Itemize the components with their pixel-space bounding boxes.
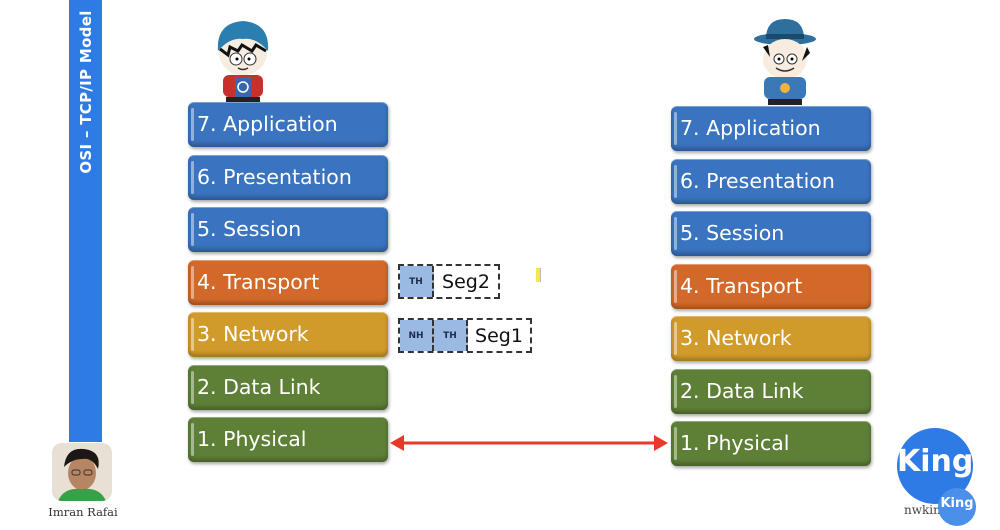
transport-segment-pdu: TH Seg2	[398, 264, 500, 299]
receiver-layer-network[interactable]: 3. Network	[671, 316, 871, 361]
segment-payload: Seg1	[475, 324, 523, 347]
sidebar-title: OSI – TCP/IP Model	[76, 10, 95, 174]
sidebar-bar: OSI – TCP/IP Model	[69, 0, 102, 442]
receiver-layer-transport[interactable]: 4. Transport	[671, 263, 871, 309]
network-packet-pdu: NH TH Seg1	[398, 318, 532, 353]
presenter-avatar	[52, 443, 112, 501]
logo-small-text: King	[940, 496, 974, 511]
sender-layer-presentation[interactable]: 6. Presentation	[188, 154, 388, 200]
presenter-photo-icon	[52, 443, 112, 501]
network-header: NH	[400, 320, 434, 351]
sender-layer-data-link[interactable]: 2. Data Link	[188, 364, 388, 410]
sender-layer-session[interactable]: 5. Session	[188, 207, 388, 252]
presenter-name: Imran Rafai	[48, 505, 118, 519]
physical-link-arrow-icon	[390, 435, 668, 451]
sender-layer-transport[interactable]: 4. Transport	[188, 259, 388, 305]
receiver-layer-session[interactable]: 5. Session	[671, 211, 871, 256]
sender-layer-network[interactable]: 3. Network	[188, 312, 388, 357]
logo-text: King	[897, 444, 974, 479]
sender-layer-application[interactable]: 7. Application	[188, 102, 388, 147]
receiver-layer-presentation[interactable]: 6. Presentation	[671, 158, 871, 204]
transport-header: TH	[400, 266, 434, 297]
receiver-layer-application[interactable]: 7. Application	[671, 106, 871, 151]
segment-payload: Seg2	[442, 270, 490, 293]
receiver-layer-physical[interactable]: 1. Physical	[671, 421, 871, 466]
sender-layer-physical[interactable]: 1. Physical	[188, 417, 388, 462]
sender-osi-stack: 7. Application 6. Presentation 5. Sessio…	[188, 102, 388, 470]
receiver-layer-data-link[interactable]: 2. Data Link	[671, 368, 871, 414]
text-cursor-marker	[536, 268, 541, 282]
transport-header: TH	[434, 320, 468, 351]
king-logo-small: King	[938, 488, 976, 526]
receiver-character-icon	[754, 19, 816, 105]
receiver-osi-stack: 7. Application 6. Presentation 5. Sessio…	[671, 106, 871, 474]
sender-character-icon	[217, 21, 269, 103]
